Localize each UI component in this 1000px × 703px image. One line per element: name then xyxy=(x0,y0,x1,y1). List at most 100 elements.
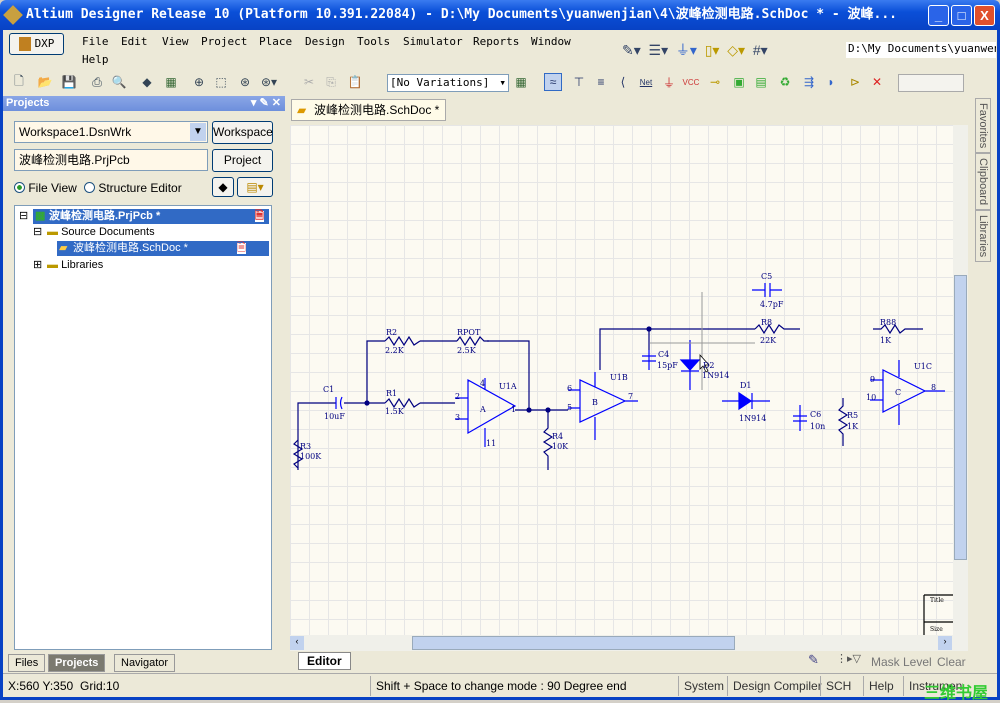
status-button-help[interactable]: Help xyxy=(863,676,899,696)
status-button-design-compiler[interactable]: Design Compiler xyxy=(727,676,827,696)
vcc-port-icon[interactable]: VCC xyxy=(682,73,700,91)
horizontal-scrollbar[interactable]: ‹ › xyxy=(290,635,968,651)
menu-tools[interactable]: Tools xyxy=(357,35,390,48)
panel-close-icon[interactable]: ✕ xyxy=(272,97,281,109)
tree-item-schdoc[interactable]: ▰ 波峰检测电路.SchDoc * 🗎 xyxy=(57,241,269,256)
print-icon[interactable]: ⎙ xyxy=(88,73,106,91)
pcb-project-icon: ▦ xyxy=(35,210,46,222)
port-icon[interactable]: ◇▾ xyxy=(727,42,745,58)
open-icon[interactable]: 📂 xyxy=(36,73,54,91)
side-tab-favorites[interactable]: Favorites xyxy=(975,98,991,154)
project-field[interactable]: 波峰检测电路.PrjPcb xyxy=(14,149,208,171)
pcb-icon[interactable]: ▦ xyxy=(162,73,180,91)
status-button-sch[interactable]: SCH xyxy=(820,676,856,696)
file-view-radio[interactable]: File View xyxy=(14,181,77,195)
workspace-button[interactable]: Workspace xyxy=(212,121,273,144)
status-button-system[interactable]: System xyxy=(678,676,729,696)
tab-files[interactable]: Files xyxy=(8,654,46,672)
cut-icon[interactable]: ✂ xyxy=(300,73,318,91)
scroll-right-button[interactable]: › xyxy=(938,636,952,650)
zoom-area-icon[interactable]: ⬚ xyxy=(212,73,230,91)
bus-entry-icon[interactable]: ⟨ xyxy=(614,73,632,91)
zoom-fit-icon[interactable]: ⊕ xyxy=(190,73,208,91)
tree-item-libraries[interactable]: ▬ Libraries xyxy=(47,258,103,273)
align-icon[interactable]: ☰▾ xyxy=(649,42,669,58)
label-rpot: RPOT xyxy=(457,328,481,337)
clear-button[interactable]: Clear xyxy=(937,655,966,669)
pin-icon[interactable]: ✎ xyxy=(260,97,269,109)
schematic-canvas[interactable]: C1 10uF R2 2.2K RPOT 2.5K R1 1.5K R3 100… xyxy=(290,125,953,635)
label-c5: C5 xyxy=(761,272,772,281)
tab-projects[interactable]: Projects xyxy=(48,654,106,672)
filter-icon[interactable]: ⊛▾ xyxy=(260,73,278,91)
wire xyxy=(297,328,755,470)
print-preview-icon[interactable]: 🔍 xyxy=(110,73,128,91)
no-erc-icon[interactable]: ✕ xyxy=(868,73,886,91)
tree-expander[interactable]: ⊟ xyxy=(33,225,42,240)
menu-design[interactable]: Design xyxy=(305,35,345,48)
panel-menu-icon[interactable]: ▾ xyxy=(251,97,257,109)
signal-harness-icon[interactable]: ≡ xyxy=(592,73,610,91)
variant-icon[interactable]: ▦ xyxy=(512,73,530,91)
tree-expander[interactable]: ⊞ xyxy=(33,258,42,273)
tree-item-project[interactable]: ▦ 波峰检测电路.PrjPcb * 🗎 xyxy=(33,209,269,224)
part-icon[interactable]: ▯▾ xyxy=(705,42,720,58)
paste-icon[interactable]: 📋 xyxy=(346,73,364,91)
sheet-symbol-icon[interactable]: ▣ xyxy=(730,73,748,91)
vertical-scrollbar[interactable] xyxy=(953,125,968,635)
vertical-scroll-thumb[interactable] xyxy=(954,275,967,560)
menu-simulator[interactable]: Simulator xyxy=(403,35,463,48)
filter-icon[interactable]: ⋮▸▽ xyxy=(836,652,866,670)
menu-project[interactable]: Project xyxy=(201,35,247,48)
net-label-icon[interactable]: Net xyxy=(637,73,655,91)
menu-window[interactable]: Window xyxy=(531,35,571,48)
document-tab[interactable]: ▰ 波峰检测电路.SchDoc * xyxy=(291,99,447,121)
project-icon-button[interactable]: ◆ xyxy=(212,177,234,197)
harness-entry-icon[interactable]: ◗ xyxy=(822,73,840,91)
scroll-left-button[interactable]: ‹ xyxy=(290,636,304,650)
side-tab-libraries[interactable]: Libraries xyxy=(975,210,991,263)
menu-file[interactable]: File xyxy=(82,35,109,48)
variations-dropdown[interactable]: [No Variations] ▾ xyxy=(387,74,509,92)
ground-icon[interactable]: ⏚▾ xyxy=(676,42,697,58)
gnd-port-icon[interactable]: ⏚ xyxy=(660,73,678,91)
save-icon[interactable]: 💾 xyxy=(60,73,78,91)
bus-icon[interactable]: ⊤ xyxy=(570,73,588,91)
tree-item-source-documents[interactable]: ▬ Source Documents xyxy=(47,225,155,240)
menu-view[interactable]: View xyxy=(162,35,189,48)
horizontal-scroll-thumb[interactable] xyxy=(412,636,735,650)
highlight-pen-icon[interactable]: ✎ xyxy=(808,652,832,670)
port-tool-icon[interactable]: ⊳ xyxy=(846,73,864,91)
project-button[interactable]: Project xyxy=(212,149,273,172)
workspace-dropdown[interactable]: Workspace1.DsnWrk ▼ xyxy=(14,121,208,143)
menu-place[interactable]: Place xyxy=(259,35,292,48)
wire-tool-icon[interactable]: ✎▾ xyxy=(622,42,641,58)
tree-expander[interactable]: ⊟ xyxy=(19,209,28,224)
harness-connector-icon[interactable]: ⇶ xyxy=(800,73,818,91)
editor-tab[interactable]: Editor xyxy=(298,652,351,670)
value-r88: 1K xyxy=(880,336,892,345)
sheet-entry-icon[interactable]: ▤ xyxy=(752,73,770,91)
minimize-button[interactable]: _ xyxy=(928,5,949,26)
toolbar-dropdown[interactable] xyxy=(898,74,964,92)
compile-icon[interactable]: ◆ xyxy=(138,73,156,91)
tab-navigator[interactable]: Navigator xyxy=(114,654,176,672)
side-tab-clipboard[interactable]: Clipboard xyxy=(975,153,991,211)
new-icon[interactable]: 🗋 xyxy=(10,73,28,91)
close-button[interactable]: X xyxy=(974,5,995,26)
maximize-button[interactable]: □ xyxy=(951,5,972,26)
menu-reports[interactable]: Reports xyxy=(473,35,519,48)
path-field[interactable]: D:\My Documents\yuanwenjian xyxy=(846,42,996,58)
mask-level-button[interactable]: Mask Level xyxy=(871,655,932,669)
dxp-button[interactable]: DXP xyxy=(9,33,64,55)
menu-edit[interactable]: Edit xyxy=(121,35,148,48)
device-sheet-icon[interactable]: ♻ xyxy=(776,73,794,91)
structure-editor-radio[interactable]: Structure Editor xyxy=(84,181,182,195)
folder-dropdown-button[interactable]: ▤▾ xyxy=(237,177,273,197)
zoom-selected-icon[interactable]: ⊛ xyxy=(236,73,254,91)
grid-icon[interactable]: #▾ xyxy=(753,42,768,58)
menu-help[interactable]: Help xyxy=(82,53,109,66)
copy-icon[interactable]: ⎘ xyxy=(322,73,340,91)
place-part-icon[interactable]: ⊸ xyxy=(706,73,724,91)
wire-icon[interactable]: ≈ xyxy=(544,73,562,91)
